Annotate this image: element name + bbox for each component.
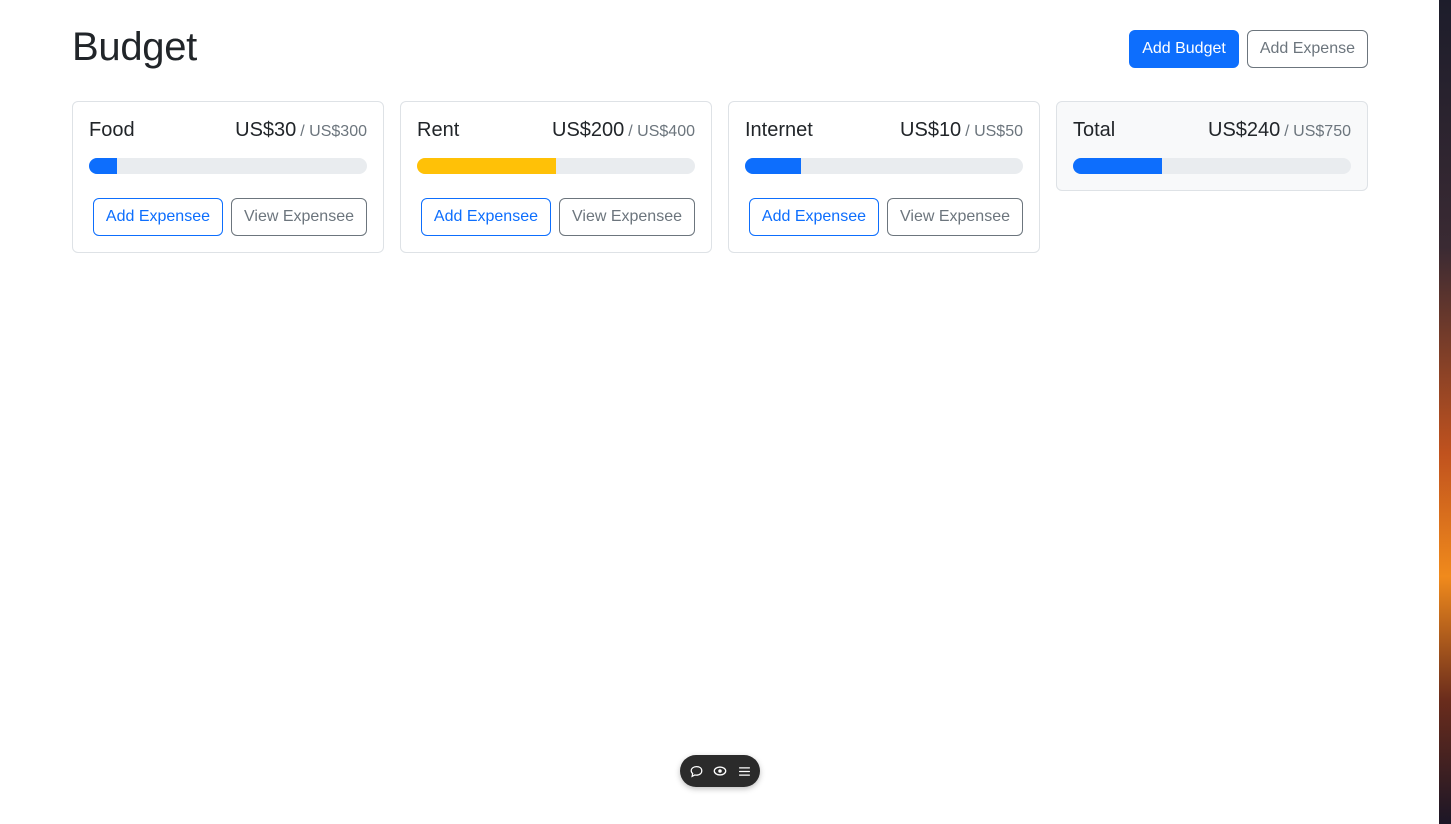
budget-card-total: Total US$240/ US$750 xyxy=(1056,101,1368,191)
budget-cards: Food US$30/ US$300 Add Expensee View Exp… xyxy=(72,101,1368,253)
budget-max: / US$50 xyxy=(965,123,1023,140)
total-progress xyxy=(1073,158,1351,174)
budget-progress-bar xyxy=(89,158,117,174)
total-spent: US$240 xyxy=(1208,119,1281,141)
budget-name: Rent xyxy=(417,119,460,141)
desktop-edge xyxy=(1439,0,1451,824)
budget-card-internet: Internet US$10/ US$50 Add Expensee View … xyxy=(728,101,1040,253)
floating-toolbar xyxy=(680,755,760,787)
add-expense-button[interactable]: Add Expense xyxy=(1246,30,1368,68)
page-title: Budget xyxy=(72,25,197,69)
budget-amounts: US$30/ US$300 xyxy=(235,118,367,142)
card-header: Food US$30/ US$300 xyxy=(89,118,367,146)
add-budget-button[interactable]: Add Budget xyxy=(1129,30,1239,68)
budget-amounts: US$10/ US$50 xyxy=(900,118,1023,142)
view-expensee-button[interactable]: View Expensee xyxy=(559,198,695,236)
comment-icon[interactable] xyxy=(688,763,704,779)
header-actions: Add Budget Add Expense xyxy=(1129,30,1368,68)
budget-spent: US$30 xyxy=(235,119,297,141)
budget-spent: US$200 xyxy=(552,119,625,141)
add-expensee-button[interactable]: Add Expensee xyxy=(748,198,879,236)
app-container: Budget Add Budget Add Expense Food US$30… xyxy=(72,0,1368,253)
budget-progress-bar xyxy=(745,158,801,174)
budget-progress-bar xyxy=(417,158,556,174)
total-max: / US$750 xyxy=(1284,123,1351,140)
card-header: Rent US$200/ US$400 xyxy=(417,118,695,146)
card-actions: Add Expensee View Expensee xyxy=(89,198,367,236)
budget-card-rent: Rent US$200/ US$400 Add Expensee View Ex… xyxy=(400,101,712,253)
card-actions: Add Expensee View Expensee xyxy=(417,198,695,236)
add-expensee-button[interactable]: Add Expensee xyxy=(420,198,551,236)
add-expensee-button[interactable]: Add Expensee xyxy=(92,198,223,236)
eye-icon[interactable] xyxy=(712,763,728,779)
budget-name: Food xyxy=(89,119,135,141)
total-name: Total xyxy=(1073,119,1116,141)
budget-progress xyxy=(89,158,367,174)
card-header: Total US$240/ US$750 xyxy=(1073,118,1351,146)
view-expensee-button[interactable]: View Expensee xyxy=(231,198,367,236)
budget-progress xyxy=(745,158,1023,174)
card-actions: Add Expensee View Expensee xyxy=(745,198,1023,236)
menu-icon[interactable] xyxy=(736,763,752,779)
budget-card-food: Food US$30/ US$300 Add Expensee View Exp… xyxy=(72,101,384,253)
budget-max: / US$400 xyxy=(628,123,695,140)
page-header: Budget Add Budget Add Expense xyxy=(72,0,1368,100)
budget-progress xyxy=(417,158,695,174)
budget-amounts: US$200/ US$400 xyxy=(552,118,695,142)
budget-max: / US$300 xyxy=(300,123,367,140)
view-expensee-button[interactable]: View Expensee xyxy=(887,198,1023,236)
total-amounts: US$240/ US$750 xyxy=(1208,118,1351,142)
total-progress-bar xyxy=(1073,158,1162,174)
budget-spent: US$10 xyxy=(900,119,962,141)
budget-name: Internet xyxy=(745,119,813,141)
card-header: Internet US$10/ US$50 xyxy=(745,118,1023,146)
